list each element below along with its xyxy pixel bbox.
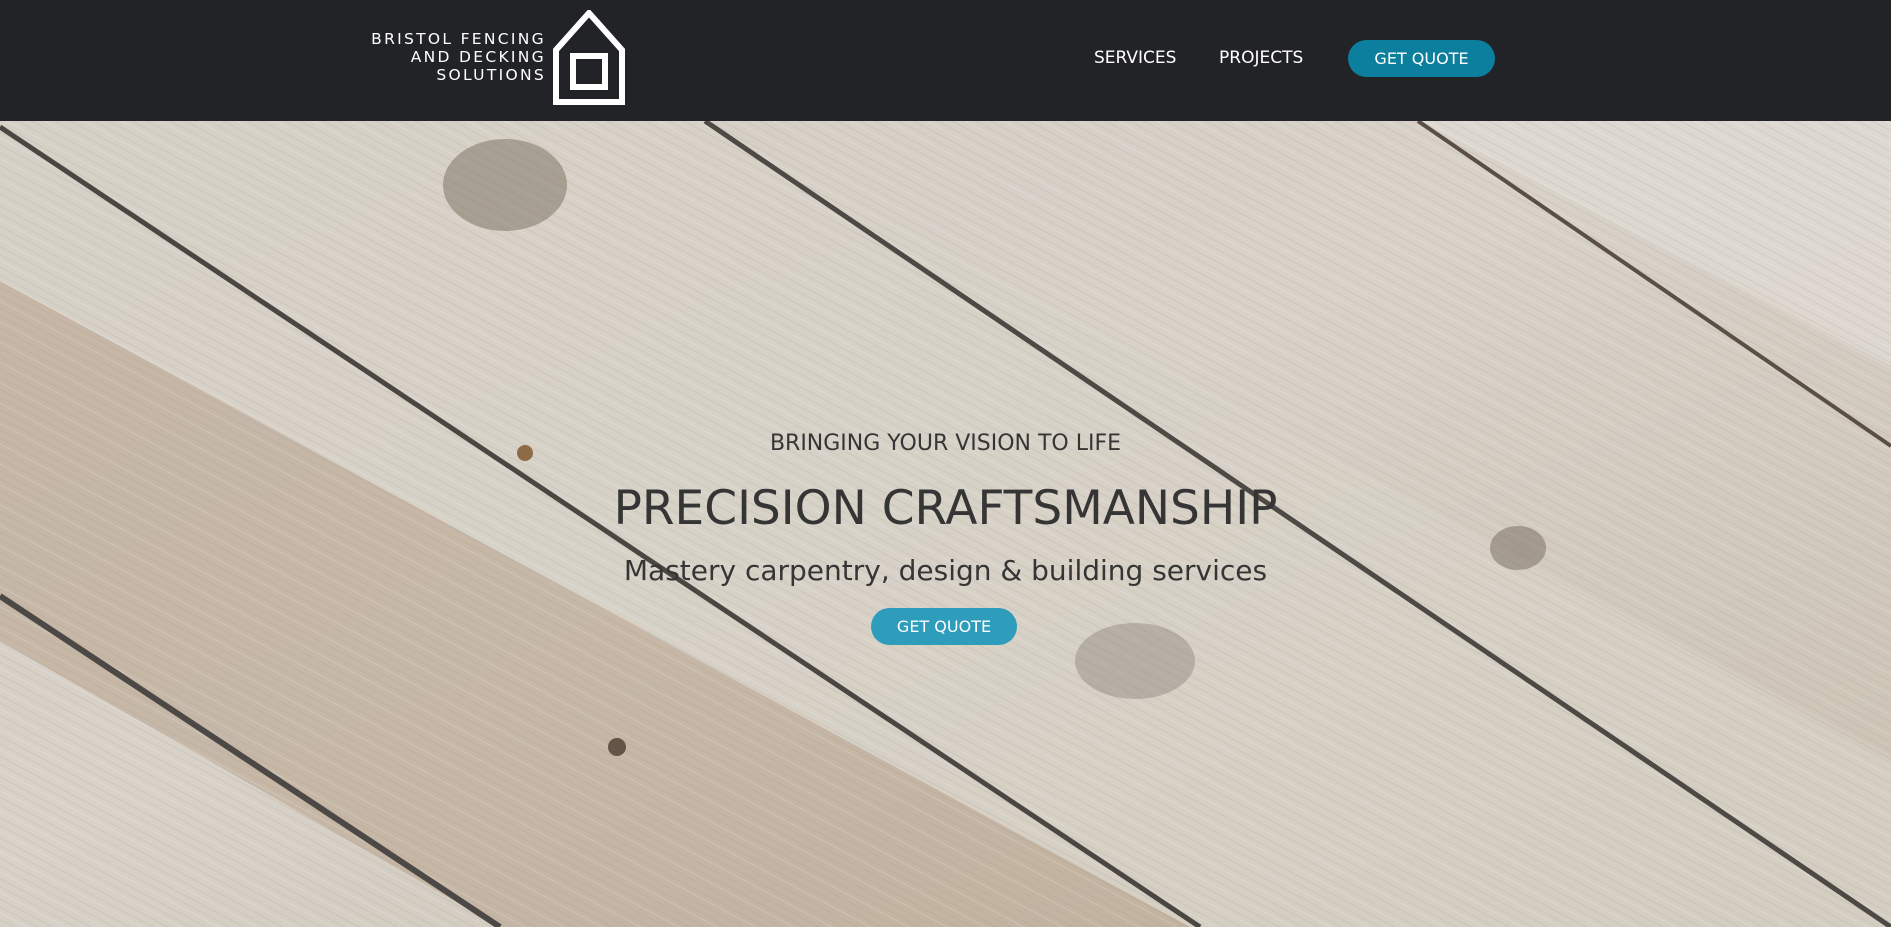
house-icon[interactable]: [553, 10, 625, 105]
hero-get-quote-button[interactable]: GET QUOTE: [871, 608, 1017, 645]
logo-line-2: AND DECKING: [410, 48, 546, 66]
hero-section: BRINGING YOUR VISION TO LIFE PRECISION C…: [0, 121, 1891, 927]
logo-line-3: SOLUTIONS: [436, 66, 546, 84]
hero-title: PRECISION CRAFTSMANSHIP: [613, 481, 1278, 536]
nav-link-projects[interactable]: PROJECTS: [1219, 48, 1303, 68]
nav-link-services[interactable]: SERVICES: [1094, 48, 1176, 68]
hero-eyebrow: BRINGING YOUR VISION TO LIFE: [769, 431, 1122, 456]
site-header: BRISTOL FENCING AND DECKING SOLUTIONS SE…: [0, 0, 1891, 121]
hero-subtitle: Mastery carpentry, design & building ser…: [623, 554, 1268, 587]
logo-line-1: BRISTOL FENCING: [371, 30, 546, 48]
site-logo-text[interactable]: BRISTOL FENCING AND DECKING SOLUTIONS: [371, 30, 546, 84]
header-get-quote-button[interactable]: GET QUOTE: [1348, 40, 1495, 77]
